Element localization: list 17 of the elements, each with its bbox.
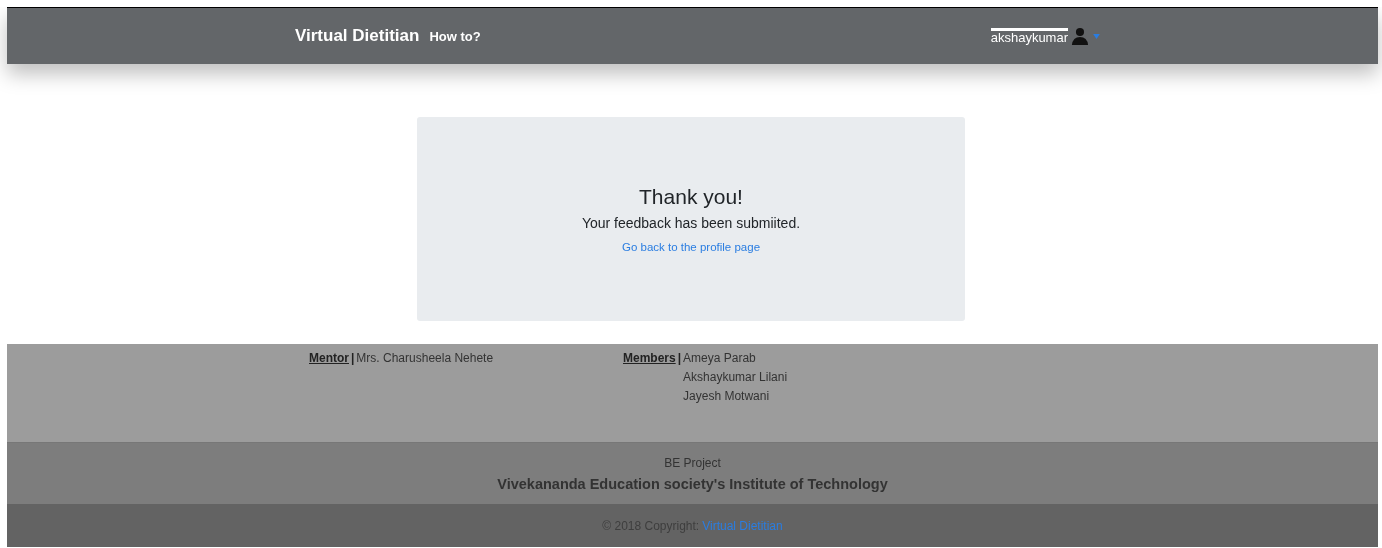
institute-name: Vivekananda Education society's Institute of Technology <box>497 475 888 492</box>
member-name: Ameya Parab <box>683 351 757 365</box>
separator: | <box>351 351 355 365</box>
members-label: Members <box>623 351 676 365</box>
mentor-label: Mentor <box>309 351 349 365</box>
message-title: Thank you! <box>639 185 743 209</box>
message-text: Your feedback has been submiited. <box>581 215 801 231</box>
project-label: BE Project <box>664 455 721 470</box>
mentor-name: Mrs. Charusheela Nehete <box>356 351 494 365</box>
separator: | <box>677 351 682 365</box>
brand-link[interactable]: Virtual Dietitian <box>295 26 420 46</box>
member-name: Akshaykumar Lilani <box>683 370 789 384</box>
profile-link[interactable]: Go back to the profile page <box>621 241 761 253</box>
nav-link[interactable]: How to? <box>429 28 481 44</box>
member-name: Jayesh Motwani <box>683 389 771 403</box>
username-link[interactable]: akshaykumar <box>990 27 1068 45</box>
user-icon[interactable] <box>1071 27 1089 45</box>
